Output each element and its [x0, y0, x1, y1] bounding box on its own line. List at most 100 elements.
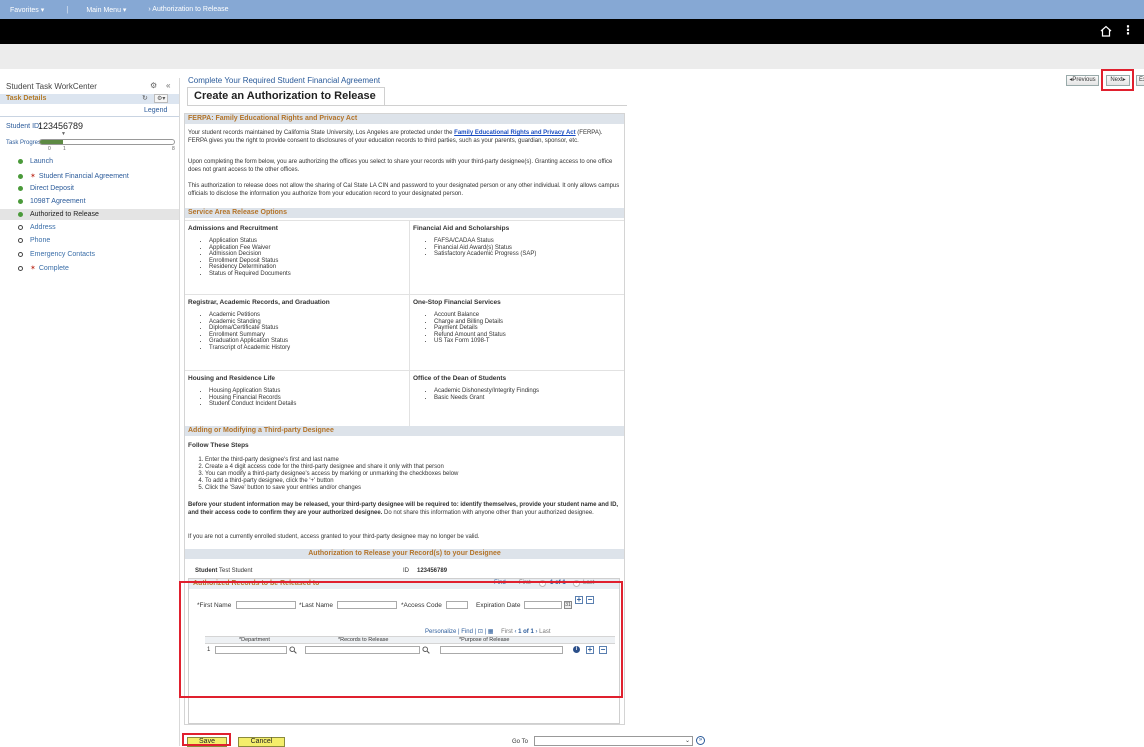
student-id-value: 123456789 [38, 121, 84, 131]
complete-step-icon [18, 212, 23, 217]
page-title: Create an Authorization to Release [187, 87, 385, 105]
service-area-list: Account BalanceCharge and Billing Detail… [424, 312, 506, 345]
previous-button[interactable]: ◂Previous [1066, 75, 1099, 86]
service-area-list: Housing Application StatusHousing Financ… [199, 388, 296, 408]
task-step-item[interactable]: Emergency Contacts [18, 251, 95, 258]
required-step-icon: ✶ [30, 173, 36, 180]
service-area-list: FAFSA/CADAA StatusFinancial Aid Award(s)… [424, 238, 536, 258]
list-item: Graduation Application Status [209, 338, 290, 345]
task-step-label: Phone [30, 237, 51, 244]
header-bar: ⋮ [0, 19, 1144, 44]
list-item: Transcript of Academic History [209, 345, 290, 352]
progress-end: 8 [172, 146, 175, 152]
task-step-label: Direct Deposit [30, 185, 74, 192]
list-item: US Tax Form 1098-T [434, 338, 506, 345]
task-step-item[interactable]: Direct Deposit [18, 185, 74, 192]
service-area-list: Application StatusApplication Fee Waiver… [199, 238, 291, 277]
service-area-title: One-Stop Financial Services [413, 299, 501, 306]
task-step-item[interactable]: ✶ Student Financial Agreement [18, 172, 129, 180]
task-step-label: Launch [30, 158, 53, 165]
task-step-label: Emergency Contacts [30, 251, 95, 258]
service-area-title: Registrar, Academic Records, and Graduat… [188, 299, 330, 306]
task-step-item[interactable]: Authorized to Release [0, 209, 179, 220]
list-item: Diploma/Certificate Status [209, 325, 290, 332]
agreement-link[interactable]: Complete Your Required Student Financial… [188, 76, 380, 85]
incomplete-step-icon [18, 238, 23, 243]
gear-icon[interactable]: ⚙ [150, 81, 157, 90]
student-name: Test Student [219, 568, 253, 574]
legend-link[interactable]: Legend [144, 107, 167, 114]
progress-start: 0 [48, 146, 51, 152]
designee-warning: Before your student information may be r… [188, 502, 620, 517]
service-area-title: Financial Aid and Scholarships [413, 225, 510, 232]
task-details-header: Task Details ↻ ⚙▾ [0, 94, 179, 104]
list-item: Basic Needs Grant [434, 395, 539, 402]
service-area-title: Housing and Residence Life [188, 375, 276, 382]
not-enrolled-note: If you are not a currently enrolled stud… [188, 534, 480, 540]
incomplete-step-icon [18, 252, 23, 257]
task-step-label: Complete [38, 264, 69, 272]
ferpa-paragraph-3: This authorization to release does not a… [188, 183, 620, 197]
incomplete-step-icon [18, 265, 23, 271]
incomplete-step-icon [18, 225, 23, 230]
task-step-label: Address [30, 224, 56, 231]
task-step-item[interactable]: ✶ Complete [18, 264, 69, 272]
task-step-item[interactable]: Launch [18, 158, 53, 165]
service-column-divider [409, 220, 410, 294]
list-item: Click the 'Save' button to save your ent… [205, 485, 458, 492]
progress-mark: 1 [63, 146, 66, 152]
breadcrumb[interactable]: › Authorization to Release [148, 6, 228, 13]
service-area-title: Admissions and Recruitment [188, 225, 278, 232]
exit-button[interactable]: Exit [1136, 75, 1144, 86]
student-id-label: Student ID: [6, 123, 42, 130]
list-item: Student Conduct Incident Details [209, 401, 296, 408]
list-item: Academic Dishonesty/Integrity Findings [434, 388, 539, 395]
options-menu-icon[interactable]: ⚙▾ [154, 94, 169, 103]
id-label: ID [403, 568, 409, 574]
title-underline [187, 105, 627, 106]
highlight-save-box [182, 733, 231, 746]
task-step-item[interactable]: Phone [18, 237, 50, 244]
task-step-label: 1098T Agreement [30, 198, 86, 205]
task-step-label: Student Financial Agreement [38, 172, 129, 180]
warning-rest: Do not share this information with anyon… [382, 509, 594, 516]
required-step-icon: ✶ [30, 265, 36, 272]
task-step-item[interactable]: 1098T Agreement [18, 198, 86, 205]
collapse-icon[interactable]: « [166, 81, 170, 90]
service-area-title: Office of the Dean of Students [413, 375, 507, 382]
designee-heading: Adding or Modifying a Third-party Design… [185, 426, 624, 436]
toolbar-strip [0, 44, 1144, 69]
highlight-next-box [1101, 69, 1134, 91]
workcenter-title: Student Task WorkCenter [6, 82, 97, 91]
ferpa-link[interactable]: Family Educational Rights and Privacy Ac… [454, 130, 575, 136]
service-column-divider [409, 294, 410, 370]
follow-steps-title: Follow These Steps [188, 442, 249, 449]
list-item: Status of Required Documents [209, 271, 291, 278]
designee-steps-list: Enter the third-party designee's first a… [188, 457, 458, 492]
service-column-divider [409, 370, 410, 426]
student-label: Student [195, 568, 218, 574]
top-navigation-bar: Favorites ▾ | Main Menu ▾ › Authorizatio… [0, 0, 1144, 19]
favorites-menu[interactable]: Favorites ▾ [10, 6, 44, 14]
goto-select[interactable]: ⌄ [534, 736, 693, 746]
ferpa-heading: FERPA: Family Educational Rights and Pri… [185, 114, 624, 124]
ferpa-paragraph-1: Your student records maintained by Calif… [188, 130, 620, 145]
highlight-records-box [179, 581, 623, 698]
list-item: Satisfactory Academic Progress (SAP) [434, 251, 536, 258]
service-area-list: Academic PetitionsAcademic StandingDiplo… [199, 312, 290, 351]
ferpa-paragraph-2: Upon completing the form below, you are … [188, 159, 613, 173]
complete-step-icon [18, 159, 23, 164]
list-item: To add a third-party designee, click the… [205, 478, 458, 485]
goto-label: Go To [512, 739, 528, 745]
task-details-title: Task Details [6, 95, 47, 102]
id-value: 123456789 [417, 568, 448, 574]
task-step-label: Authorized to Release [30, 211, 99, 218]
main-menu[interactable]: Main Menu ▾ [86, 6, 126, 14]
home-icon[interactable] [1100, 25, 1112, 37]
complete-step-icon [18, 199, 23, 204]
task-progress-bar [39, 139, 175, 145]
goto-icon[interactable]: » [696, 736, 705, 745]
refresh-icon[interactable]: ↻ [142, 94, 148, 102]
more-vertical-icon[interactable]: ⋮ [1122, 23, 1134, 37]
task-step-item[interactable]: Address [18, 224, 56, 231]
